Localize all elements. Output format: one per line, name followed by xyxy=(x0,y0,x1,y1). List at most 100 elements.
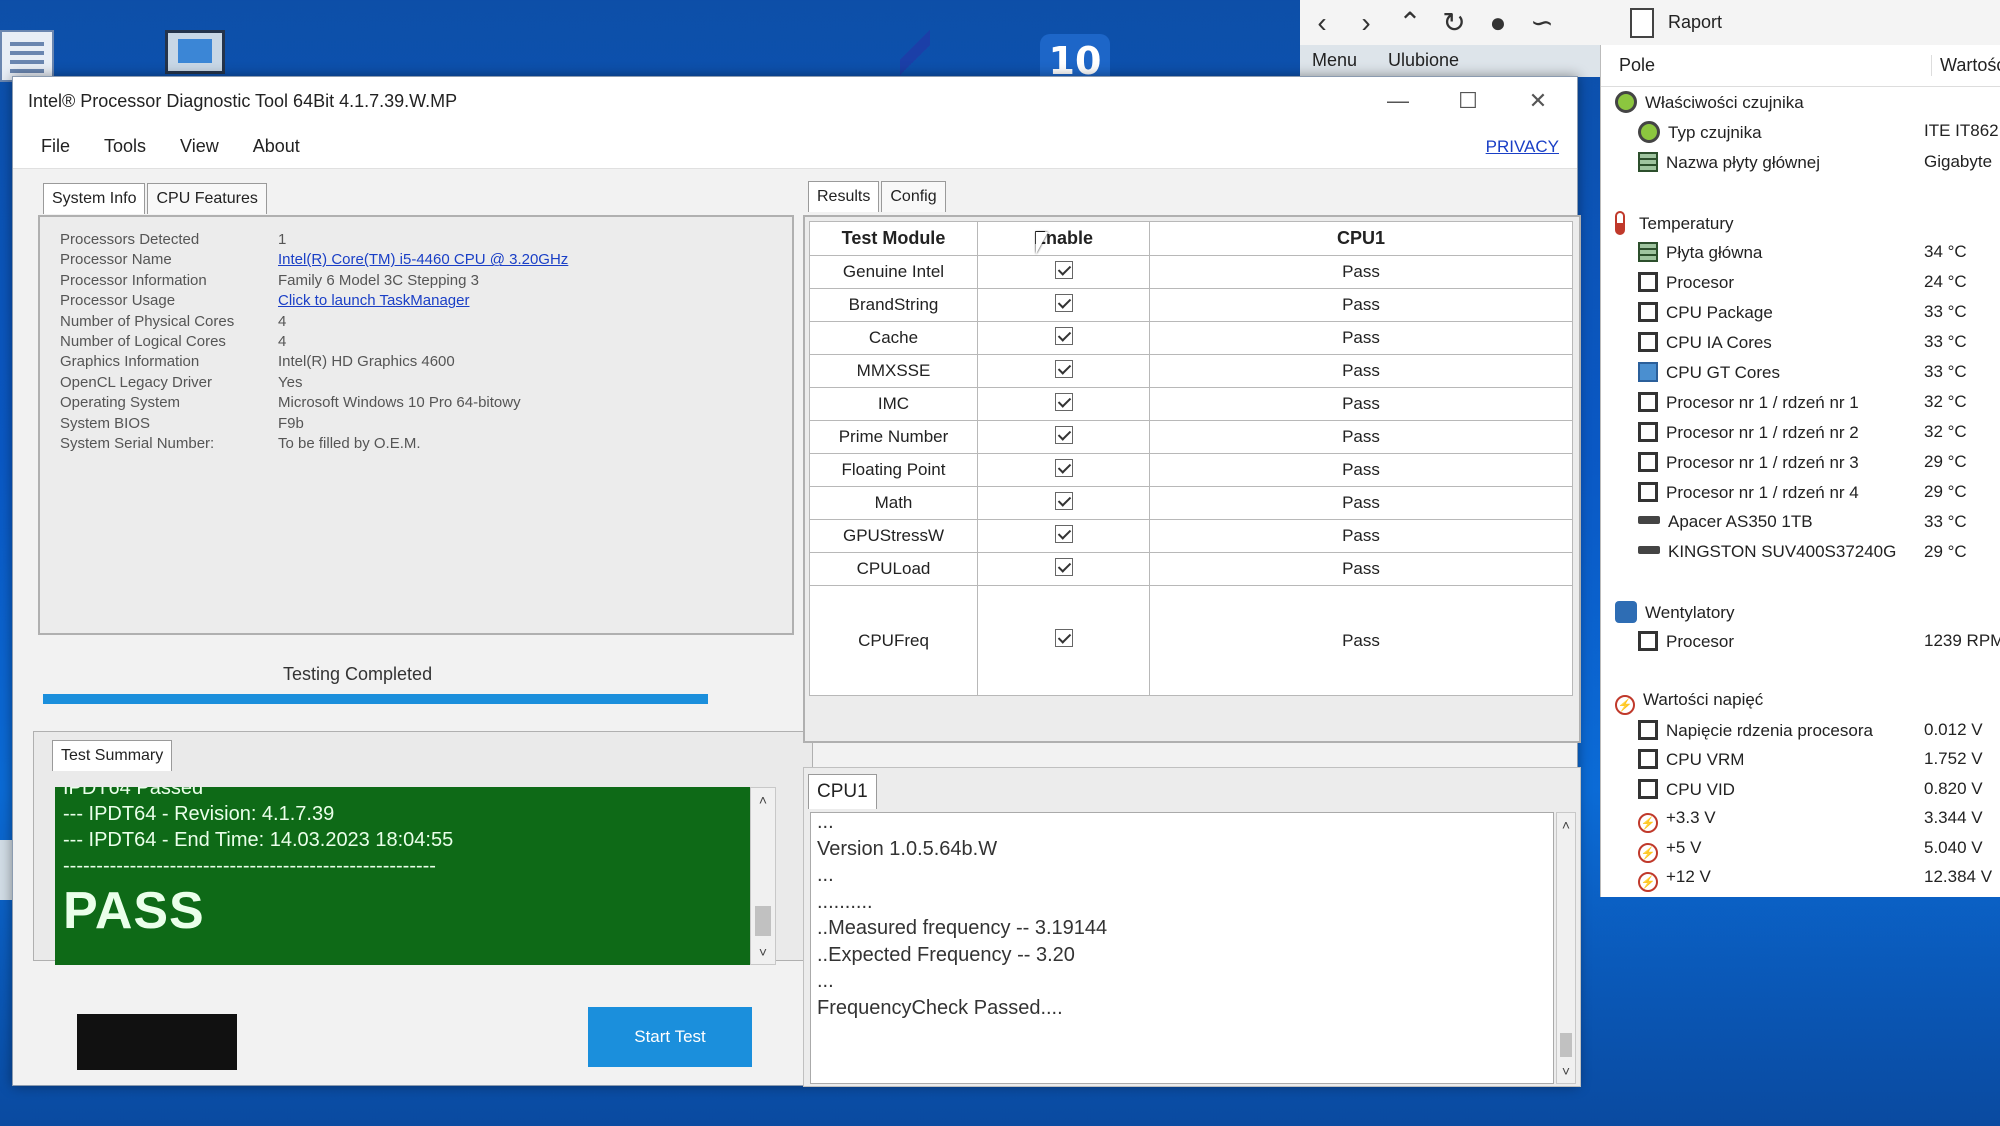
scroll-down-icon[interactable]: ˅ xyxy=(751,940,775,964)
title-bar[interactable]: Intel® Processor Diagnostic Tool 64Bit 4… xyxy=(13,77,1577,125)
menu-tab-menu[interactable]: Menu xyxy=(1312,50,1357,71)
sensor-value: 33 °C xyxy=(1924,302,1967,321)
menu-about[interactable]: About xyxy=(253,136,300,157)
column-field[interactable]: Pole xyxy=(1619,55,1655,76)
sensor-item[interactable]: CPU VRM xyxy=(1638,749,1744,770)
sensor-item[interactable]: Procesor nr 1 / rdzeń nr 3 xyxy=(1638,452,1859,473)
enable-checkbox[interactable] xyxy=(1054,524,1073,543)
sensor-item[interactable]: Procesor nr 1 / rdzeń nr 4 xyxy=(1638,482,1859,503)
sysinfo-value: Microsoft Windows 10 Pro 64-bitowy xyxy=(278,394,521,412)
refresh-icon[interactable]: ↻ xyxy=(1432,6,1476,39)
enable-checkbox[interactable] xyxy=(1054,425,1073,444)
sysinfo-link[interactable]: Intel(R) Core(TM) i5-4460 CPU @ 3.20GHz xyxy=(278,251,568,268)
progress-fill xyxy=(43,694,708,704)
desktop-document-icon[interactable] xyxy=(0,30,54,82)
enable-checkbox[interactable] xyxy=(1054,491,1073,510)
tab-cpu1[interactable]: CPU1 xyxy=(808,774,877,809)
user-icon[interactable]: ● xyxy=(1476,7,1520,39)
sensor-item[interactable]: Właściwości czujnika xyxy=(1615,91,1804,113)
enable-checkbox[interactable] xyxy=(1054,326,1073,345)
log-scrollbar[interactable]: ˄ ˅ xyxy=(1556,812,1576,1084)
sensor-label: Procesor xyxy=(1666,273,1735,292)
sensor-item[interactable]: CPU IA Cores xyxy=(1638,332,1772,353)
scroll-up-icon[interactable]: ˄ xyxy=(1557,813,1575,837)
test-module-name: IMC xyxy=(809,387,978,421)
start-test-button[interactable]: Start Test xyxy=(588,1007,752,1067)
sysinfo-link[interactable]: Click to launch TaskManager xyxy=(278,292,469,309)
sensor-label: CPU VRM xyxy=(1666,750,1745,769)
tab-results[interactable]: Results xyxy=(808,181,880,212)
desktop-brush-icon[interactable] xyxy=(900,30,930,75)
sensor-item[interactable]: ⚡ +12 V xyxy=(1638,867,1711,892)
sensor-item[interactable]: CPU Package xyxy=(1638,302,1773,323)
tab-test-summary[interactable]: Test Summary xyxy=(52,740,173,771)
up-icon[interactable]: ⌃ xyxy=(1388,6,1432,39)
desktop-windows10-icon[interactable]: 10 xyxy=(1040,34,1110,83)
sensor-value: ITE IT862 xyxy=(1924,121,1999,140)
scroll-thumb[interactable] xyxy=(1560,1033,1572,1057)
chart-icon[interactable]: ∽ xyxy=(1520,6,1564,39)
enable-checkbox[interactable] xyxy=(1054,293,1073,312)
sensor-item[interactable]: CPU GT Cores xyxy=(1638,362,1780,383)
scroll-up-icon[interactable]: ˄ xyxy=(751,788,775,812)
ipdt-window: Intel® Processor Diagnostic Tool 64Bit 4… xyxy=(12,76,1581,1087)
log-line: ..Measured frequency -- 3.19144 xyxy=(817,917,1108,939)
tab-system-info[interactable]: System Info xyxy=(43,183,146,214)
sensor-item[interactable]: CPU VID xyxy=(1638,779,1735,800)
tab-cpu-features[interactable]: CPU Features xyxy=(147,183,267,214)
sensor-item[interactable]: Wentylatory xyxy=(1615,601,1734,623)
sensor-item[interactable]: ⚡ Wartości napięć xyxy=(1615,690,1763,715)
motherboard-icon xyxy=(1638,152,1658,172)
log-line: ... xyxy=(817,864,834,886)
desktop-computer-icon[interactable] xyxy=(165,30,225,74)
summary-scrollbar[interactable]: ˄ ˅ xyxy=(750,787,776,965)
log-line: .......... xyxy=(817,890,873,913)
sysinfo-value: 4 xyxy=(278,312,287,330)
tab-config[interactable]: Config xyxy=(881,181,946,212)
back-icon[interactable]: ‹ xyxy=(1300,7,1344,39)
menu-file[interactable]: File xyxy=(41,136,70,157)
maximize-icon[interactable]: ☐ xyxy=(1433,77,1503,125)
enable-checkbox[interactable] xyxy=(1054,392,1073,411)
sensor-item[interactable]: Apacer AS350 1TB xyxy=(1638,512,1813,532)
sensor-item[interactable]: Procesor xyxy=(1638,631,1734,652)
privacy-link[interactable]: PRIVACY xyxy=(1486,137,1559,157)
forward-icon[interactable]: › xyxy=(1344,7,1388,39)
menu-tab-favorites[interactable]: Ulubione xyxy=(1388,50,1459,71)
menu-view[interactable]: View xyxy=(180,136,219,157)
sensor-item[interactable]: ⚡ +3.3 V xyxy=(1638,808,1716,833)
sensor-value: 1239 RPM xyxy=(1924,631,2000,650)
sensor-item[interactable]: ⚡ +5 V xyxy=(1638,838,1701,863)
enable-cell xyxy=(977,354,1150,388)
sensor-label: Wartości napięć xyxy=(1643,690,1764,709)
sensor-item[interactable]: Temperatury xyxy=(1615,211,1733,235)
scroll-down-icon[interactable]: ˅ xyxy=(1557,1059,1575,1083)
sysinfo-value: Family 6 Model 3C Stepping 3 xyxy=(278,271,479,289)
sensor-item[interactable]: Procesor xyxy=(1638,272,1734,293)
sensor-item[interactable]: Nazwa płyty głównej xyxy=(1638,152,1820,173)
enable-checkbox[interactable] xyxy=(1054,458,1073,477)
enable-checkbox[interactable] xyxy=(1054,260,1073,279)
enable-checkbox[interactable] xyxy=(1054,629,1073,647)
enable-checkbox[interactable] xyxy=(1054,557,1073,576)
sensor-item[interactable]: KINGSTON SUV400S37240G xyxy=(1638,542,1896,562)
header-cpu1: CPU1 xyxy=(1149,221,1573,256)
chip-icon xyxy=(1638,422,1658,442)
cpu1-result: Pass xyxy=(1149,255,1573,289)
sensor-item[interactable]: Typ czujnika xyxy=(1638,121,1762,143)
sysinfo-label: System BIOS xyxy=(60,414,151,432)
report-button[interactable]: Raport xyxy=(1630,0,1722,45)
enable-checkbox[interactable] xyxy=(1054,359,1073,378)
sensor-label: Procesor nr 1 / rdzeń nr 3 xyxy=(1666,453,1859,472)
scroll-thumb[interactable] xyxy=(755,906,771,936)
sensor-item[interactable]: Procesor nr 1 / rdzeń nr 1 xyxy=(1638,392,1859,413)
sensor-item[interactable]: Napięcie rdzenia procesora xyxy=(1638,720,1873,741)
enable-cell xyxy=(977,552,1150,586)
menu-tools[interactable]: Tools xyxy=(104,136,146,157)
minimize-icon[interactable]: — xyxy=(1363,77,1433,125)
close-icon[interactable]: ✕ xyxy=(1503,77,1573,125)
sysinfo-label: Graphics Information xyxy=(60,353,200,371)
sensor-item[interactable]: Procesor nr 1 / rdzeń nr 2 xyxy=(1638,422,1859,443)
sensor-item[interactable]: Płyta główna xyxy=(1638,242,1762,263)
column-value[interactable]: Wartość xyxy=(1931,55,2000,76)
